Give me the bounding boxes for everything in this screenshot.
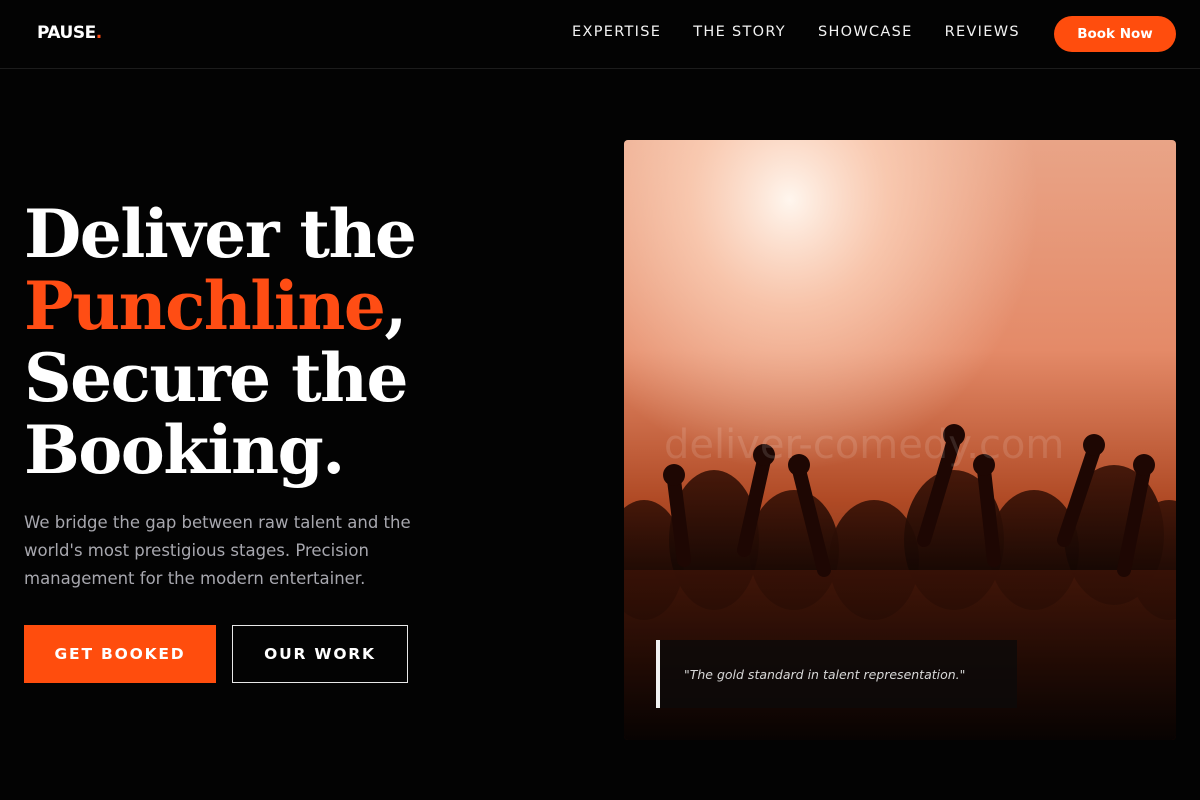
top-navigation-bar: PAUSE. EXPERTISE THE STORY SHOWCASE REVI… xyxy=(0,0,1200,69)
image-watermark: deliver-comedy.com xyxy=(664,422,1064,468)
quote-text: "The gold standard in talent representat… xyxy=(684,666,966,682)
brand-dot: . xyxy=(95,23,102,43)
headline-line-1: Deliver the xyxy=(24,195,417,273)
hero-headline: Deliver the Punchline, Secure the Bookin… xyxy=(24,195,417,489)
hero-concert-image: deliver-comedy.com "The gold standard in… xyxy=(624,140,1176,740)
headline-accent-word: Punchline xyxy=(24,267,386,345)
headline-line-4: Booking. xyxy=(24,411,345,489)
nav-item-showcase[interactable]: SHOWCASE xyxy=(818,22,913,42)
main-nav: EXPERTISE THE STORY SHOWCASE REVIEWS xyxy=(572,22,1052,42)
nav-item-expertise[interactable]: EXPERTISE xyxy=(572,22,661,42)
brand-name: PAUSE xyxy=(37,23,96,43)
headline-line-3: Secure the xyxy=(24,339,409,417)
nav-item-the-story[interactable]: THE STORY xyxy=(693,22,786,42)
hero-subcopy: We bridge the gap between raw talent and… xyxy=(24,513,411,588)
book-now-button[interactable]: Book Now xyxy=(1054,16,1176,52)
nav-item-reviews[interactable]: REVIEWS xyxy=(945,22,1020,42)
testimonial-quote: "The gold standard in talent representat… xyxy=(656,640,1017,708)
brand-logo[interactable]: PAUSE. xyxy=(37,23,102,43)
our-work-button[interactable]: OUR WORK xyxy=(232,625,408,683)
headline-accent-suffix: , xyxy=(384,267,407,345)
get-booked-button[interactable]: GET BOOKED xyxy=(24,625,216,683)
